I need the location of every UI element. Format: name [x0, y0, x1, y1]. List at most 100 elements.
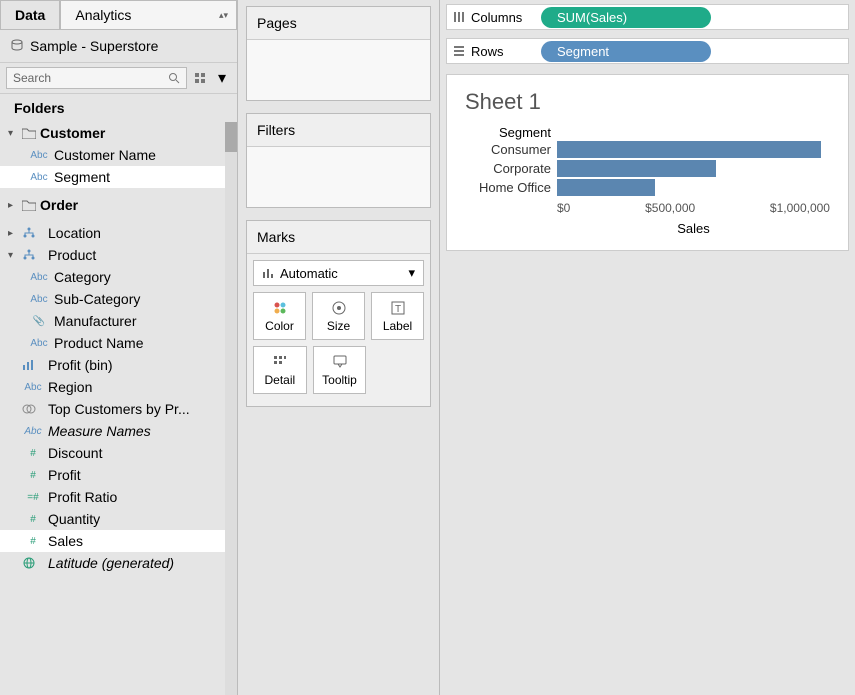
- abc-icon: Abc: [28, 294, 50, 305]
- chevron-down-icon: ▾: [8, 128, 18, 139]
- marks-title: Marks: [247, 221, 430, 254]
- field-sales[interactable]: # Sales: [0, 530, 237, 552]
- marks-type-dropdown[interactable]: Automatic ▾: [253, 260, 424, 286]
- bin-icon: [22, 359, 44, 371]
- folder-label: Order: [40, 197, 78, 213]
- field-latitude[interactable]: Latitude (generated): [0, 552, 237, 574]
- calc-number-icon: =#: [22, 492, 44, 503]
- view-list-icon[interactable]: [191, 69, 209, 87]
- columns-label: Columns: [471, 10, 522, 25]
- tab-analytics-label: Analytics: [75, 7, 131, 23]
- view-menu-icon[interactable]: ▾: [213, 69, 231, 87]
- folder-label: Customer: [40, 125, 105, 141]
- chevron-right-icon: ▸: [8, 228, 18, 239]
- tab-analytics[interactable]: Analytics ▴▾: [60, 0, 237, 29]
- marks-label-button[interactable]: T Label: [371, 292, 424, 340]
- rows-pill[interactable]: Segment: [541, 41, 711, 62]
- field-segment[interactable]: Abc Segment: [0, 166, 237, 188]
- bar-row[interactable]: Home Office: [465, 178, 830, 197]
- marks-size-button[interactable]: Size: [312, 292, 365, 340]
- number-icon: #: [22, 448, 44, 459]
- tree-scrollbar[interactable]: [225, 122, 237, 695]
- field-quantity[interactable]: # Quantity: [0, 508, 237, 530]
- abc-icon: Abc: [22, 426, 44, 437]
- svg-text:T: T: [394, 304, 400, 315]
- x-axis-ticks: $0$500,000$1,000,000: [557, 201, 830, 215]
- field-product[interactable]: ▾ Product: [0, 244, 237, 266]
- datasource-row[interactable]: Sample - Superstore: [0, 30, 237, 63]
- field-category[interactable]: Abc Category: [0, 266, 237, 288]
- bar-label: Consumer: [465, 142, 557, 157]
- search-input[interactable]: Search: [6, 67, 187, 89]
- chevron-down-icon: ▾: [8, 250, 18, 261]
- field-profit-bin[interactable]: Profit (bin): [0, 354, 237, 376]
- field-profit[interactable]: # Profit: [0, 464, 237, 486]
- rows-label: Rows: [471, 44, 504, 59]
- label-icon: T: [390, 299, 406, 317]
- number-icon: #: [22, 470, 44, 481]
- field-product-name[interactable]: Abc Product Name: [0, 332, 237, 354]
- bar-row[interactable]: Consumer: [465, 140, 830, 159]
- search-placeholder: Search: [13, 71, 51, 85]
- bar-mark-icon: [262, 267, 274, 279]
- marks-tooltip-button[interactable]: Tooltip: [313, 346, 367, 394]
- bar[interactable]: [557, 160, 716, 177]
- hierarchy-icon: [22, 249, 44, 261]
- sheet-title[interactable]: Sheet 1: [465, 89, 830, 115]
- folder-order[interactable]: ▸ Order: [0, 194, 237, 216]
- x-axis-title: Sales: [465, 221, 830, 236]
- folders-header: Folders: [0, 94, 237, 122]
- marks-detail-button[interactable]: Detail: [253, 346, 307, 394]
- bar-track: [557, 141, 830, 158]
- abc-icon: Abc: [28, 338, 50, 349]
- field-sub-category[interactable]: Abc Sub-Category: [0, 288, 237, 310]
- pages-title: Pages: [247, 7, 430, 40]
- bar[interactable]: [557, 141, 821, 158]
- field-region[interactable]: Abc Region: [0, 376, 237, 398]
- field-location[interactable]: ▸ Location: [0, 222, 237, 244]
- datasource-icon: [10, 39, 24, 53]
- size-icon: [331, 299, 347, 317]
- tooltip-icon: [332, 353, 348, 371]
- axis-tick: $500,000: [645, 201, 695, 215]
- field-discount[interactable]: # Discount: [0, 442, 237, 464]
- bar-label: Home Office: [465, 180, 557, 195]
- hierarchy-icon: [22, 227, 44, 239]
- chart-y-header: Segment: [465, 125, 557, 140]
- folder-customer[interactable]: ▾ Customer: [0, 122, 237, 144]
- sort-icon: ▴▾: [219, 10, 228, 21]
- folder-icon: [22, 199, 36, 211]
- field-measure-names[interactable]: Abc Measure Names: [0, 420, 237, 442]
- field-manufacturer[interactable]: 📎 Manufacturer: [0, 310, 237, 332]
- columns-pill[interactable]: SUM(Sales): [541, 7, 711, 28]
- chevron-down-icon: ▾: [408, 265, 415, 281]
- detail-icon: [272, 353, 288, 371]
- field-top-customers[interactable]: Top Customers by Pr...: [0, 398, 237, 420]
- pages-body[interactable]: [247, 40, 430, 100]
- columns-icon: [453, 11, 465, 23]
- field-profit-ratio[interactable]: =# Profit Ratio: [0, 486, 237, 508]
- clip-icon: 📎: [28, 316, 50, 327]
- filters-body[interactable]: [247, 147, 430, 207]
- chart-viz: Sheet 1 Segment Consumer Corporate Home Of…: [446, 74, 849, 251]
- bar-label: Corporate: [465, 161, 557, 176]
- marks-card: Marks Automatic ▾ Color: [246, 220, 431, 407]
- pages-card[interactable]: Pages: [246, 6, 431, 101]
- datasource-name: Sample - Superstore: [30, 38, 158, 54]
- abc-icon: Abc: [28, 150, 50, 161]
- marks-color-button[interactable]: Color: [253, 292, 306, 340]
- bar[interactable]: [557, 179, 655, 196]
- filters-title: Filters: [247, 114, 430, 147]
- scrollbar-thumb[interactable]: [225, 122, 237, 152]
- columns-shelf[interactable]: Columns SUM(Sales): [446, 4, 849, 30]
- abc-icon: Abc: [22, 382, 44, 393]
- folder-icon: [22, 127, 36, 139]
- field-customer-name[interactable]: Abc Customer Name: [0, 144, 237, 166]
- tab-data[interactable]: Data: [0, 0, 60, 29]
- filters-card[interactable]: Filters: [246, 113, 431, 208]
- bar-row[interactable]: Corporate: [465, 159, 830, 178]
- number-icon: #: [22, 536, 44, 547]
- axis-tick: $1,000,000: [770, 201, 830, 215]
- rows-shelf[interactable]: Rows Segment: [446, 38, 849, 64]
- chevron-right-icon: ▸: [8, 200, 18, 211]
